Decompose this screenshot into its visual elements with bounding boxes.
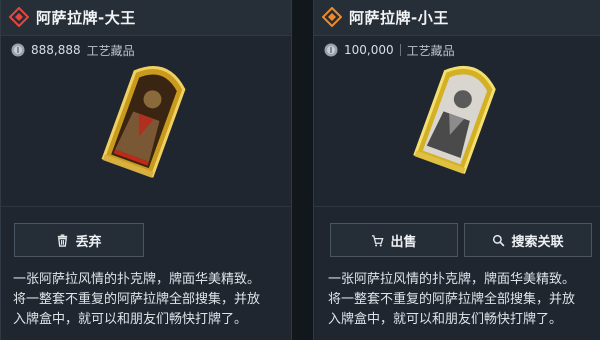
trash-icon	[58, 233, 68, 247]
item-title: 阿萨拉牌-小王	[349, 9, 449, 27]
item-title: 阿萨拉牌-大王	[36, 9, 136, 27]
description-line: 一张阿萨拉风情的扑克牌，牌面华美精致。	[13, 272, 261, 287]
coin-icon	[11, 43, 25, 57]
discard-button[interactable]: 丢弃	[14, 223, 144, 257]
sell-label: 出售	[390, 234, 417, 250]
joker-card-image	[413, 65, 496, 174]
item-price: 888,888	[31, 43, 81, 57]
panel-gutter	[292, 0, 313, 340]
item-price: 100,000	[344, 43, 394, 57]
cart-icon	[372, 234, 384, 246]
item-detail-panel-right: 阿萨拉牌-小王 100,000 工艺藏品 出售 搜索关联 一张阿萨拉风情的扑克牌…	[313, 0, 600, 340]
item-detail-panel-left: 阿萨拉牌-大王 888,888 工艺藏品 丢弃 一张阿萨拉风情的扑克牌，牌面华美…	[0, 0, 292, 340]
search-related-label: 搜索关联	[511, 234, 564, 250]
item-category: 工艺藏品	[406, 43, 455, 58]
description-line: 将一整套不重复的阿萨拉牌全部搜集，并放	[328, 292, 576, 307]
sell-button[interactable]: 出售	[330, 223, 458, 257]
item-category: 工艺藏品	[86, 43, 135, 58]
price-row: 100,000 工艺藏品	[324, 40, 455, 60]
price-row: 888,888 工艺藏品	[11, 40, 135, 60]
section-divider	[1, 206, 291, 207]
item-header: 阿萨拉牌-大王	[1, 0, 291, 36]
magnifier-icon	[493, 234, 505, 246]
description-line: 入牌盒中，就可以和朋友们畅快打牌了。	[13, 312, 248, 327]
coin-icon	[324, 43, 338, 57]
search-related-button[interactable]: 搜索关联	[464, 223, 592, 257]
discard-label: 丢弃	[75, 234, 102, 250]
joker-card-image	[101, 66, 186, 178]
description-line: 一张阿萨拉风情的扑克牌，牌面华美精致。	[328, 272, 576, 287]
description-line: 入牌盒中，就可以和朋友们畅快打牌了。	[328, 312, 563, 327]
item-header: 阿萨拉牌-小王	[314, 0, 600, 36]
description-line: 将一整套不重复的阿萨拉牌全部搜集，并放	[13, 292, 261, 307]
item-description: 一张阿萨拉风情的扑克牌，牌面华美精致。 将一整套不重复的阿萨拉牌全部搜集，并放 …	[328, 270, 600, 330]
diamond-rarity-icon	[322, 7, 342, 27]
diamond-rarity-icon	[9, 7, 29, 27]
item-description: 一张阿萨拉风情的扑克牌，牌面华美精致。 将一整套不重复的阿萨拉牌全部搜集，并放 …	[13, 270, 291, 330]
section-divider	[314, 206, 600, 207]
price-separator	[399, 44, 401, 56]
